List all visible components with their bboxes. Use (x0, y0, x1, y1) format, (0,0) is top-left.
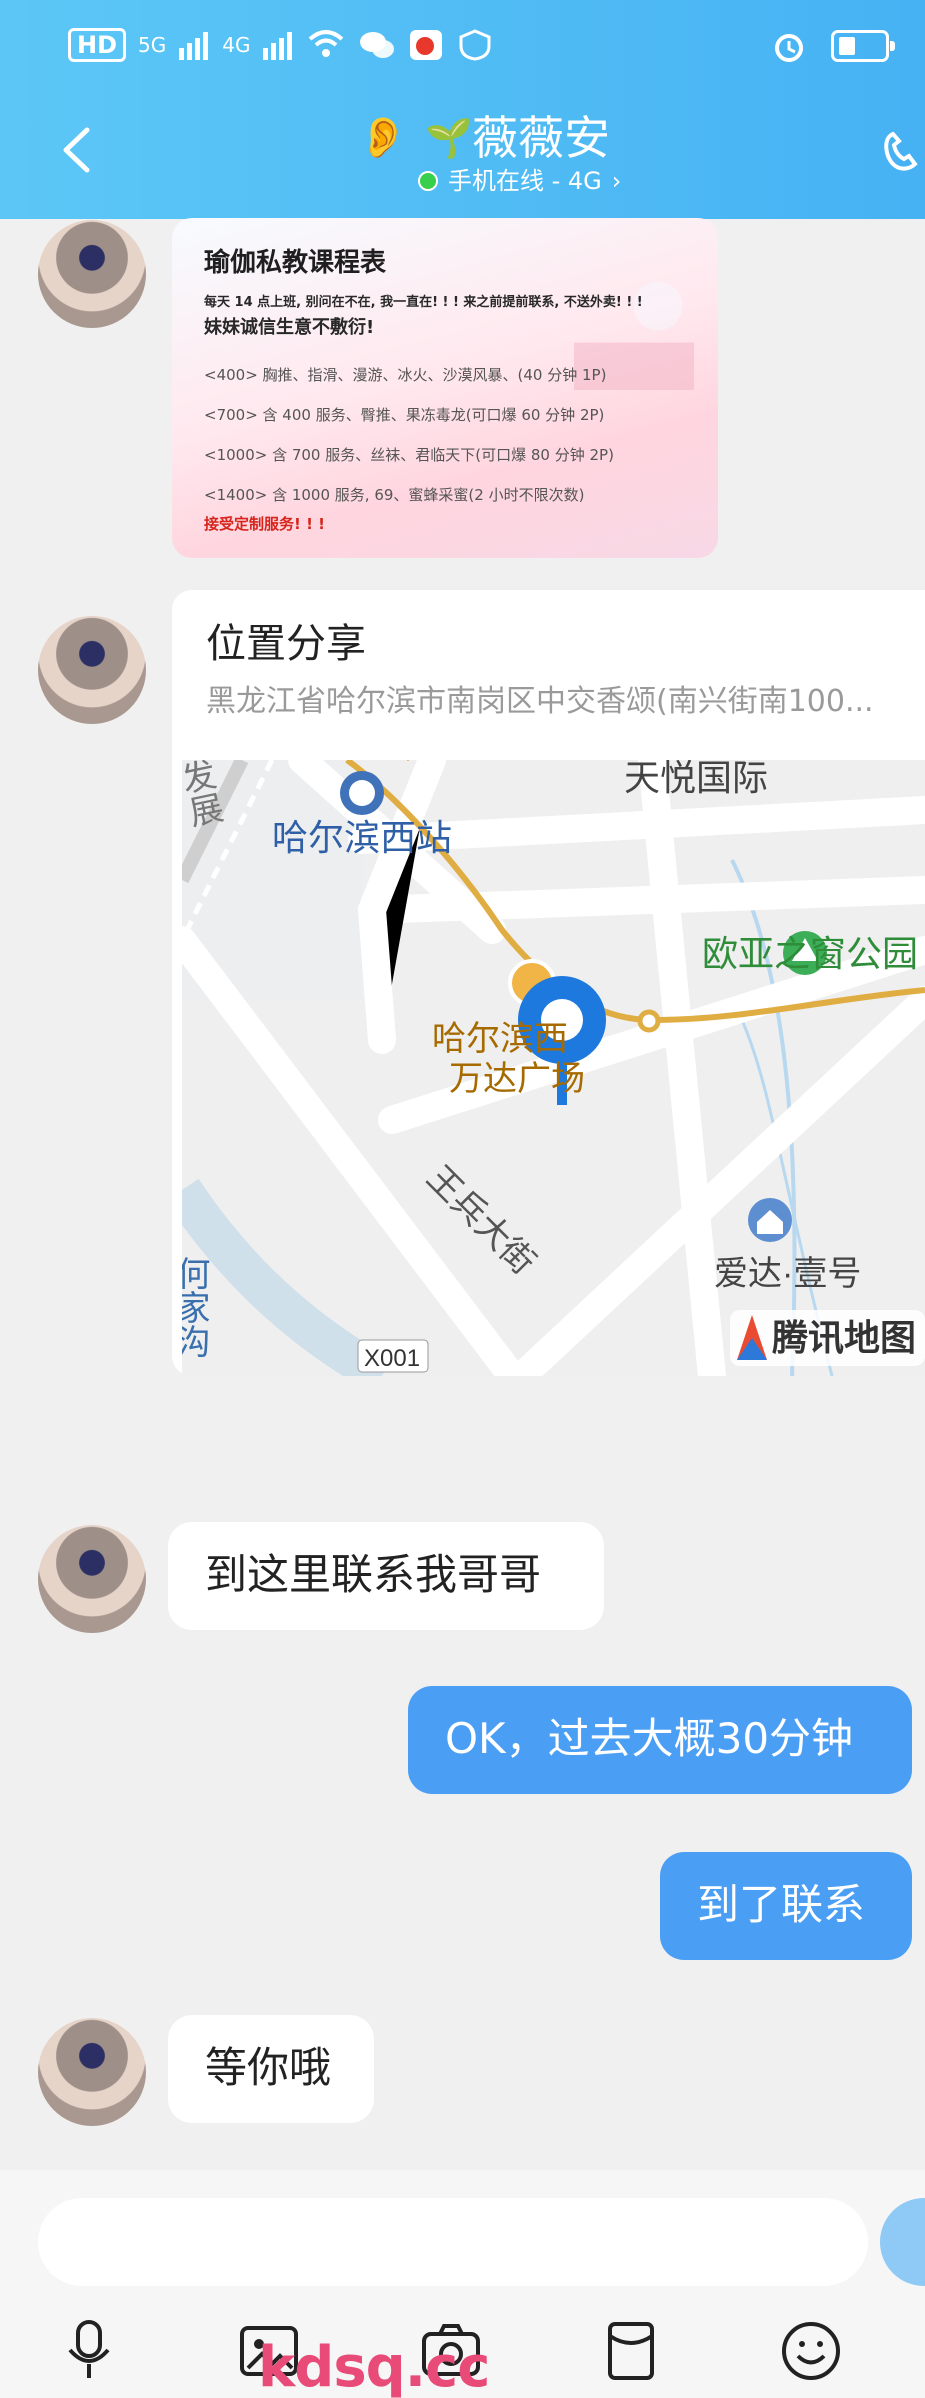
status-bar: HD 5G 4G (0, 0, 925, 100)
outgoing-message: OK，过去大概30分钟 (408, 1686, 912, 1794)
outgoing-message: 到了联系 (660, 1852, 912, 1960)
signal-bars-icon (263, 32, 293, 60)
yoga-price-item: <1400> 含 1000 服务, 69、蜜蜂采蜜(2 小时不限次数) (204, 486, 585, 504)
message-input[interactable] (38, 2198, 868, 2286)
home-icon (748, 1198, 792, 1242)
yoga-price-item: <700> 含 400 服务、臀推、果冻毒龙(可口爆 60 分钟 2P) (204, 406, 605, 424)
status-right (771, 28, 895, 64)
emoji-icon[interactable] (780, 2320, 842, 2382)
phone-icon[interactable] (875, 120, 925, 180)
wechat-icon (360, 32, 395, 58)
location-address: 黑龙江省哈尔滨市南岗区中交香颂(南兴街南100... (206, 684, 874, 719)
wifi-icon (309, 30, 344, 57)
battery-icon (831, 30, 895, 62)
online-dot-icon (418, 171, 438, 191)
map-label-wanda-2: 万达广场 (449, 1060, 585, 1098)
alarm-icon (775, 34, 803, 62)
map-station-dot (637, 1009, 661, 1033)
presence-status[interactable]: 手机在线 - 4G › (418, 166, 621, 196)
status-left: HD 5G 4G (68, 28, 492, 62)
signal-4g: 4G (222, 33, 251, 57)
map-brand-label: 腾讯地图 (772, 1317, 916, 1358)
map-label-railway: 哈尔滨西站 (272, 817, 452, 858)
yoga-card-note: 每天 14 点上班, 别问在不在, 我一直在! ! ! 来之前提前联系, 不送外… (204, 295, 643, 310)
contact-avatar[interactable] (38, 2018, 146, 2126)
location-title: 位置分享 (206, 621, 366, 667)
shield-icon (459, 29, 491, 61)
map-road-code: X001 (364, 1345, 420, 1372)
map-preview[interactable]: 哈尔滨西站 天悦国际 欧亚之窗公园 哈尔滨西 万达广场 王兵大街 爱达·壹号 何… (182, 760, 925, 1376)
yoga-price-item: <400> 胸推、指滑、漫游、冰火、沙漠风暴、(40 分钟 1P) (204, 366, 607, 384)
yoga-price-item: <1000> 含 700 服务、丝袜、君临天下(可口爆 80 分钟 2P) (204, 446, 614, 464)
map-label-park: 欧亚之窗公园 (702, 933, 918, 974)
signal-5g: 5G (138, 33, 167, 57)
incoming-message: 等你哦 (168, 2015, 374, 2123)
watermark-text: kdsq.cc (258, 2335, 490, 2398)
map-svg: 哈尔滨西站 天悦国际 欧亚之窗公园 哈尔滨西 万达广场 王兵大街 爱达·壹号 何… (182, 760, 925, 1376)
send-button[interactable] (880, 2198, 925, 2286)
contact-avatar[interactable] (38, 220, 146, 328)
incoming-message: 到这里联系我哥哥 (168, 1522, 604, 1630)
hd-badge: HD (68, 28, 127, 62)
map-label-aida: 爱达·壹号 (714, 1255, 861, 1293)
location-share-card[interactable]: 位置分享 黑龙江省哈尔滨市南岗区中交香颂(南兴街南100... 哈尔滨西站 天悦… (172, 590, 925, 1376)
ear-icon: 👂 (358, 115, 408, 161)
chat-header: HD 5G 4G 👂 🌱 薇薇安 手机在线 - 4G › (0, 0, 925, 219)
map-label-hejia: 何家沟 (182, 1256, 209, 1358)
chat-screen: HD 5G 4G 👂 🌱 薇薇安 手机在线 - 4G › 瑜伽私教课程表 每天 … (0, 0, 925, 2398)
contact-avatar[interactable] (38, 616, 146, 724)
map-label-wanda-1: 哈尔滨西 (432, 1020, 568, 1058)
presence-text: 手机在线 - 4G (448, 167, 602, 195)
contact-name[interactable]: 薇薇安 (472, 110, 610, 166)
microphone-icon[interactable] (58, 2320, 120, 2382)
sprout-icon: 🌱 (425, 116, 473, 160)
map-label-tianyue: 天悦国际 (624, 760, 768, 798)
presence-arrow-icon: › (611, 167, 622, 195)
signal-bars-icon (179, 32, 209, 60)
back-chevron-icon[interactable] (52, 120, 98, 180)
weibo-icon (410, 30, 443, 60)
yoga-card-footer: 接受定制服务! ! ! (204, 515, 325, 533)
yoga-schedule-image[interactable]: 瑜伽私教课程表 每天 14 点上班, 别问在不在, 我一直在! ! ! 来之前提… (172, 218, 718, 558)
yoga-card-title: 瑜伽私教课程表 (204, 248, 387, 278)
red-envelope-icon[interactable] (600, 2320, 662, 2382)
yoga-card-note-2: 妹妹诚信生意不敷衍! (204, 317, 375, 338)
contact-avatar[interactable] (38, 1525, 146, 1633)
train-station-icon (340, 771, 384, 815)
